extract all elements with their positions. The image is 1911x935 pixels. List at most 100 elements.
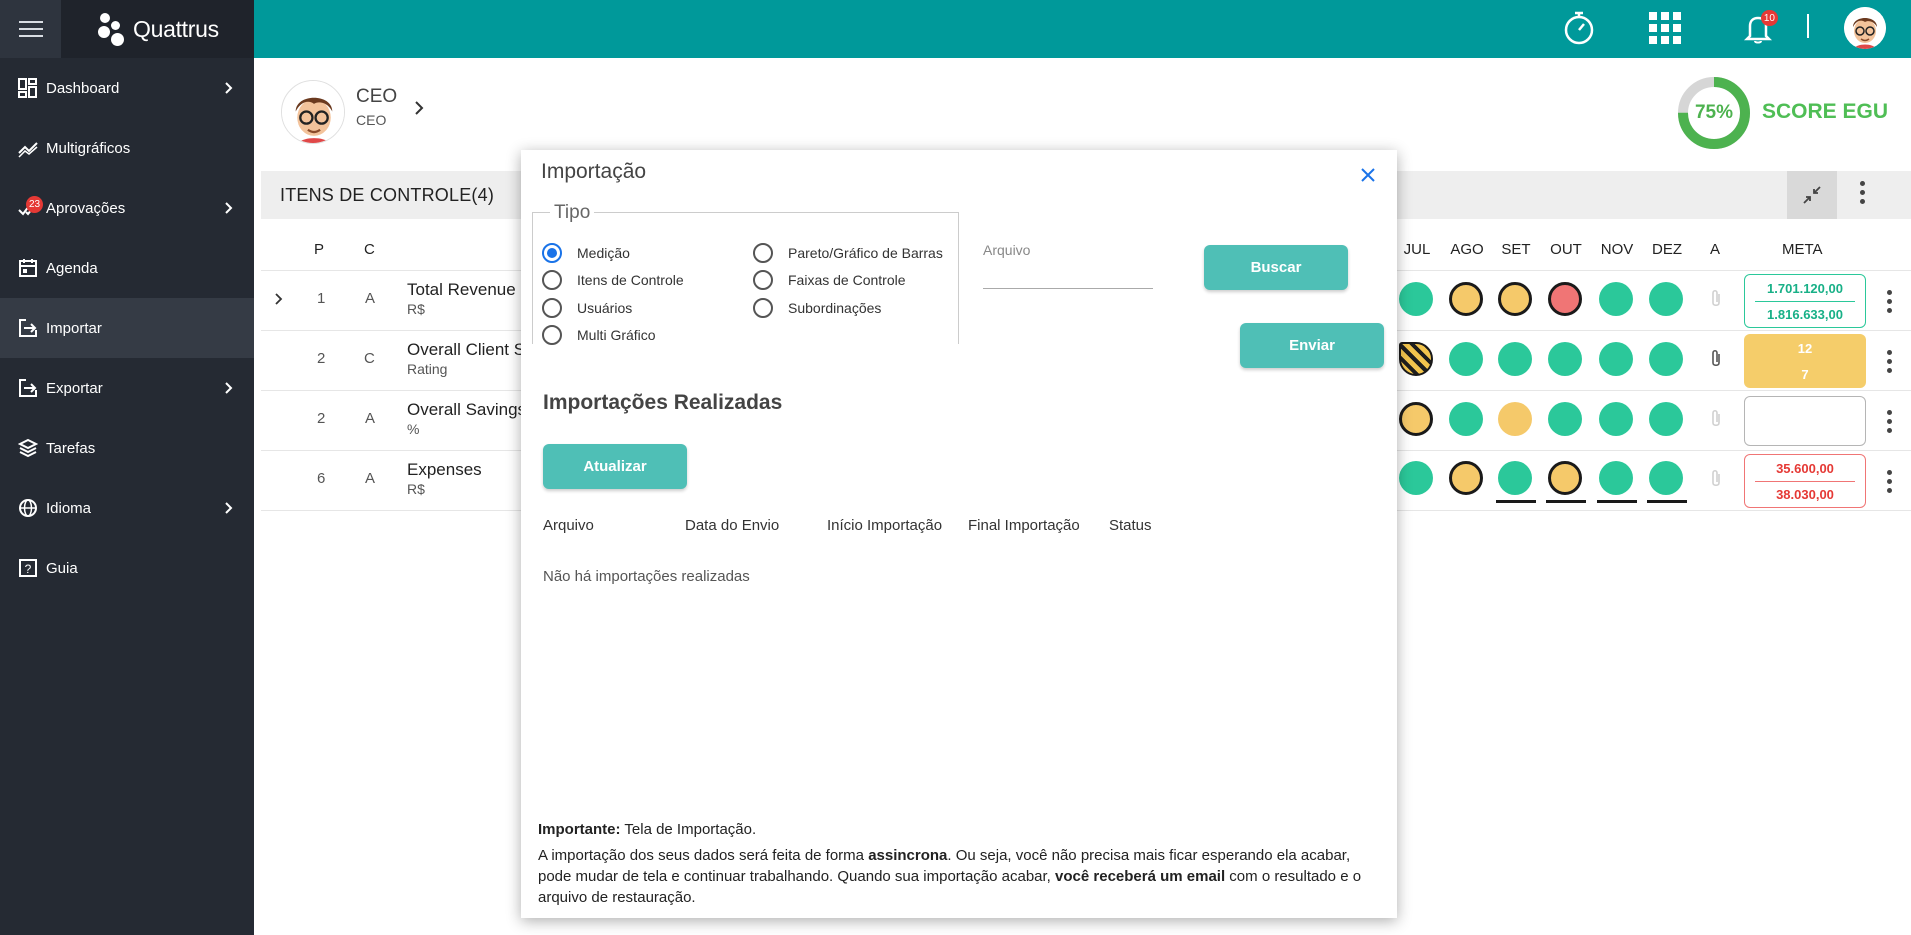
column-header-meta: META	[1782, 241, 1823, 258]
sidebar-item-agenda[interactable]: Agenda	[0, 238, 254, 298]
file-input[interactable]	[983, 265, 1153, 289]
buscar-button[interactable]: Buscar	[1204, 245, 1348, 290]
export-icon	[18, 378, 38, 398]
collapse-button[interactable]	[1787, 171, 1837, 219]
chevron-right-icon[interactable]	[412, 100, 426, 116]
attachment-icon[interactable]	[1708, 468, 1724, 490]
sidebar-item-guia[interactable]: ? Guia	[0, 538, 254, 598]
svg-text:?: ?	[25, 562, 32, 576]
status-dot[interactable]	[1548, 402, 1582, 436]
sidebar-item-label: Importar	[46, 319, 102, 337]
status-dot[interactable]	[1649, 461, 1683, 495]
app-name: Quattrus	[133, 15, 219, 42]
status-dot[interactable]	[1649, 402, 1683, 436]
atualizar-button[interactable]: Atualizar	[543, 444, 687, 489]
logo[interactable]: Quattrus	[61, 0, 254, 58]
calendar-icon	[18, 258, 38, 278]
radio-subordinacoes[interactable]: Subordinações	[753, 298, 881, 318]
timer-icon[interactable]	[1559, 8, 1599, 48]
status-dot[interactable]	[1498, 461, 1532, 495]
user-avatar[interactable]	[1844, 7, 1886, 49]
row-menu-icon[interactable]	[1884, 290, 1894, 313]
attachment-icon[interactable]	[1708, 348, 1724, 370]
radio-icon	[753, 270, 773, 290]
status-dot[interactable]	[1449, 402, 1483, 436]
row-menu-icon[interactable]	[1884, 410, 1894, 433]
meta-target: 12	[1797, 340, 1813, 356]
expand-row-icon[interactable]	[274, 292, 284, 306]
meta-actual: 7	[1801, 366, 1809, 382]
radio-medicao[interactable]: Medição	[542, 243, 630, 263]
section-menu-icon[interactable]	[1857, 181, 1867, 204]
status-dot[interactable]	[1599, 282, 1633, 316]
enviar-button[interactable]: Enviar	[1240, 323, 1384, 368]
column-header-a: A	[1710, 241, 1721, 258]
status-dot[interactable]	[1649, 282, 1683, 316]
status-dot[interactable]	[1599, 342, 1633, 376]
column-header-c: C	[364, 241, 375, 258]
sidebar-item-tarefas[interactable]: Tarefas	[0, 418, 254, 478]
item-name[interactable]: Expenses	[407, 460, 482, 480]
status-dot[interactable]	[1649, 342, 1683, 376]
attachment-icon[interactable]	[1708, 408, 1724, 430]
notifications-bell-icon[interactable]: 10	[1738, 8, 1778, 48]
attachment-icon[interactable]	[1708, 288, 1724, 310]
radio-pareto[interactable]: Pareto/Gráfico de Barras	[753, 243, 943, 263]
sidebar-item-multigraficos[interactable]: Multigráficos	[0, 118, 254, 178]
row-c: C	[364, 350, 375, 367]
status-underline	[1546, 500, 1586, 503]
status-dot[interactable]	[1548, 282, 1582, 316]
status-dot[interactable]	[1599, 402, 1633, 436]
sidebar-item-label: Multigráficos	[46, 139, 131, 157]
status-dot[interactable]	[1548, 342, 1582, 376]
sidebar-nav: Dashboard Multigráficos 23 Aprovações Ag…	[0, 58, 254, 598]
close-icon[interactable]	[1357, 164, 1379, 186]
meta-box[interactable]: 1.701.120,00 1.816.633,00	[1744, 274, 1866, 328]
sidebar-item-aprovacoes[interactable]: 23 Aprovações	[0, 178, 254, 238]
status-dot[interactable]	[1399, 461, 1433, 495]
row-menu-icon[interactable]	[1884, 350, 1894, 373]
meta-box[interactable]	[1744, 396, 1866, 446]
status-dot[interactable]	[1548, 461, 1582, 495]
item-name[interactable]: Overall Savings	[407, 400, 526, 420]
profile-avatar[interactable]	[281, 80, 345, 144]
tipo-legend: Tipo	[550, 202, 595, 224]
menu-icon[interactable]	[0, 0, 61, 58]
status-dot[interactable]	[1449, 342, 1483, 376]
item-name[interactable]: Overall Client S	[407, 340, 525, 360]
imports-column-header: Status	[1109, 517, 1152, 534]
row-p: 6	[317, 470, 326, 487]
status-dot[interactable]	[1449, 461, 1483, 495]
row-menu-icon[interactable]	[1884, 470, 1894, 493]
sidebar-item-importar[interactable]: Importar	[0, 298, 254, 358]
status-dot[interactable]	[1498, 282, 1532, 316]
radio-usuarios[interactable]: Usuários	[542, 298, 632, 318]
notifications-badge: 10	[1760, 10, 1778, 26]
radio-itens-de-controle[interactable]: Itens de Controle	[542, 270, 684, 290]
status-dot[interactable]	[1399, 342, 1433, 376]
meta-box[interactable]: 35.600,00 38.030,00	[1744, 454, 1866, 508]
column-header-p: P	[314, 241, 325, 258]
status-dot[interactable]	[1399, 282, 1433, 316]
status-dot[interactable]	[1399, 402, 1433, 436]
status-underline	[1647, 500, 1687, 503]
sidebar-item-exportar[interactable]: Exportar	[0, 358, 254, 418]
status-dot[interactable]	[1498, 342, 1532, 376]
profile-name: CEO	[356, 86, 398, 107]
apps-grid-icon[interactable]	[1645, 8, 1685, 48]
item-unit: Rating	[407, 361, 448, 377]
meta-box[interactable]: 12 7	[1744, 334, 1866, 388]
sidebar-item-idioma[interactable]: Idioma	[0, 478, 254, 538]
status-dot[interactable]	[1599, 461, 1633, 495]
radio-multi-grafico[interactable]: Multi Gráfico	[542, 325, 656, 345]
layers-icon	[18, 438, 38, 458]
file-label: Arquivo	[983, 242, 1031, 258]
status-dot[interactable]	[1498, 402, 1532, 436]
imports-title: Importações Realizadas	[543, 391, 783, 414]
item-name[interactable]: Total Revenue	[407, 280, 516, 300]
radio-faixas-de-controle[interactable]: Faixas de Controle	[753, 270, 906, 290]
note-intro: Tela de Importação.	[620, 821, 757, 838]
section-title: ITENS DE CONTROLE(4)	[280, 185, 495, 205]
status-dot[interactable]	[1449, 282, 1483, 316]
sidebar-item-dashboard[interactable]: Dashboard	[0, 58, 254, 118]
